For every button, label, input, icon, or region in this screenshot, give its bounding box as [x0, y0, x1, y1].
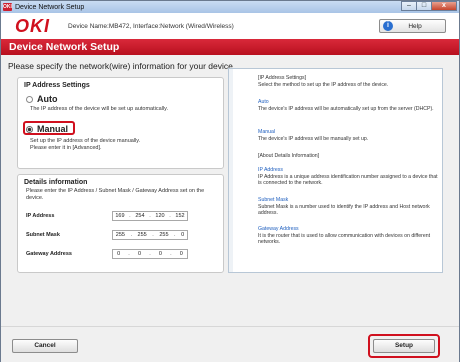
help-button[interactable]: i Help — [379, 19, 446, 33]
window-title: Device Network Setup — [15, 3, 85, 11]
close-button[interactable]: x — [431, 1, 457, 11]
page-banner: Device Network Setup — [1, 39, 459, 55]
gateway-address-row: Gateway Address 0. 0. 0. 0 — [26, 249, 216, 259]
ip-octet-4[interactable]: 152 — [175, 213, 184, 219]
instruction-text: Please specify the network(wire) informa… — [8, 61, 236, 71]
help-gateway-heading: Gateway Address — [258, 226, 299, 232]
auto-label[interactable]: Auto — [37, 94, 58, 104]
help-auto-text: The device's IP address will be automati… — [258, 105, 434, 112]
oki-logo: OKI — [15, 15, 51, 36]
help-manual-heading: Manual — [258, 129, 276, 135]
help-ip-text: IP Address is a unique address identific… — [258, 173, 438, 187]
ip-octet-3[interactable]: 120 — [155, 213, 164, 219]
title-bar: OKI Device Network Setup – □ x — [1, 1, 459, 13]
gateway-octet-4[interactable]: 0 — [180, 251, 183, 257]
help-gateway-text: It is the router that is used to allow c… — [258, 232, 431, 246]
gateway-octet-3[interactable]: 0 — [159, 251, 162, 257]
help-manual-text: The device's IP address will be manually… — [258, 135, 369, 142]
settings-panel: IP Address Settings Auto The IP address … — [17, 77, 224, 273]
maximize-button[interactable]: □ — [416, 1, 432, 11]
manual-description-2: Please enter it in [Advanced]. — [30, 145, 102, 151]
manual-radio[interactable] — [26, 125, 33, 133]
subnet-octet-3[interactable]: 255 — [159, 232, 168, 238]
ip-octet-2[interactable]: 254 — [135, 213, 144, 219]
help-ip-heading: IP Address — [258, 167, 283, 173]
ip-settings-title: IP Address Settings — [24, 82, 90, 89]
help-panel-scroll-track[interactable] — [229, 69, 233, 272]
auto-radio[interactable] — [26, 95, 33, 103]
help-auto-heading: Auto — [258, 99, 269, 105]
ip-address-settings-group: IP Address Settings Auto The IP address … — [17, 77, 224, 169]
setup-button[interactable]: Setup — [373, 339, 435, 353]
help-text-panel[interactable]: [IP Address Settings] Select the method … — [228, 68, 443, 273]
info-icon: i — [383, 21, 393, 31]
auto-option[interactable]: Auto — [26, 94, 58, 104]
gateway-octet-2[interactable]: 0 — [138, 251, 141, 257]
details-title: Details information — [24, 179, 88, 186]
subnet-octet-4[interactable]: 0 — [181, 232, 184, 238]
manual-label[interactable]: Manual — [37, 124, 68, 134]
help-button-label: Help — [408, 22, 422, 30]
subnet-octet-2[interactable]: 255 — [138, 232, 147, 238]
help-details-heading: [About Details Information] — [258, 153, 320, 159]
help-settings-heading: [IP Address Settings] — [258, 75, 307, 81]
auto-description: The IP address of the device will be set… — [30, 106, 168, 112]
ip-address-input[interactable]: 169. 254. 120. 152 — [112, 211, 188, 221]
cancel-button[interactable]: Cancel — [12, 339, 78, 353]
gateway-octet-1[interactable]: 0 — [117, 251, 120, 257]
subnet-mask-label: Subnet Mask — [26, 232, 60, 238]
device-name-label: Device Name:MB472, Interface:Network (Wi… — [68, 22, 234, 30]
minimize-button[interactable]: – — [401, 1, 417, 11]
ip-octet-1[interactable]: 169 — [115, 213, 124, 219]
subnet-octet-1[interactable]: 255 — [116, 232, 125, 238]
details-description: Please enter the IP Address / Subnet Mas… — [26, 188, 205, 201]
help-subnet-text: Subnet Mask is a number used to identify… — [258, 203, 430, 217]
oki-app-icon: OKI — [3, 3, 12, 11]
page-title: Device Network Setup — [9, 41, 120, 53]
window-controls: – □ x — [401, 1, 457, 11]
header: OKI Device Name:MB472, Interface:Network… — [1, 13, 459, 39]
ip-address-row: IP Address 169. 254. 120. 152 — [26, 211, 216, 221]
footer-bar: Cancel Setup — [1, 326, 459, 362]
manual-description-1: Set up the IP address of the device manu… — [30, 138, 141, 144]
subnet-mask-row: Subnet Mask 255. 255. 255. 0 — [26, 230, 216, 240]
subnet-mask-input[interactable]: 255. 255. 255. 0 — [112, 230, 188, 240]
setup-window: OKI Device Network Setup – □ x OKI Devic… — [0, 0, 460, 362]
gateway-address-label: Gateway Address — [26, 251, 72, 257]
manual-option[interactable]: Manual — [26, 124, 68, 134]
help-subnet-heading: Subnet Mask — [258, 197, 289, 203]
ip-address-label: IP Address — [26, 213, 55, 219]
help-settings-text: Select the method to set up the IP addre… — [258, 81, 389, 88]
details-information-group: Details information Please enter the IP … — [17, 174, 224, 273]
gateway-address-input[interactable]: 0. 0. 0. 0 — [112, 249, 188, 259]
